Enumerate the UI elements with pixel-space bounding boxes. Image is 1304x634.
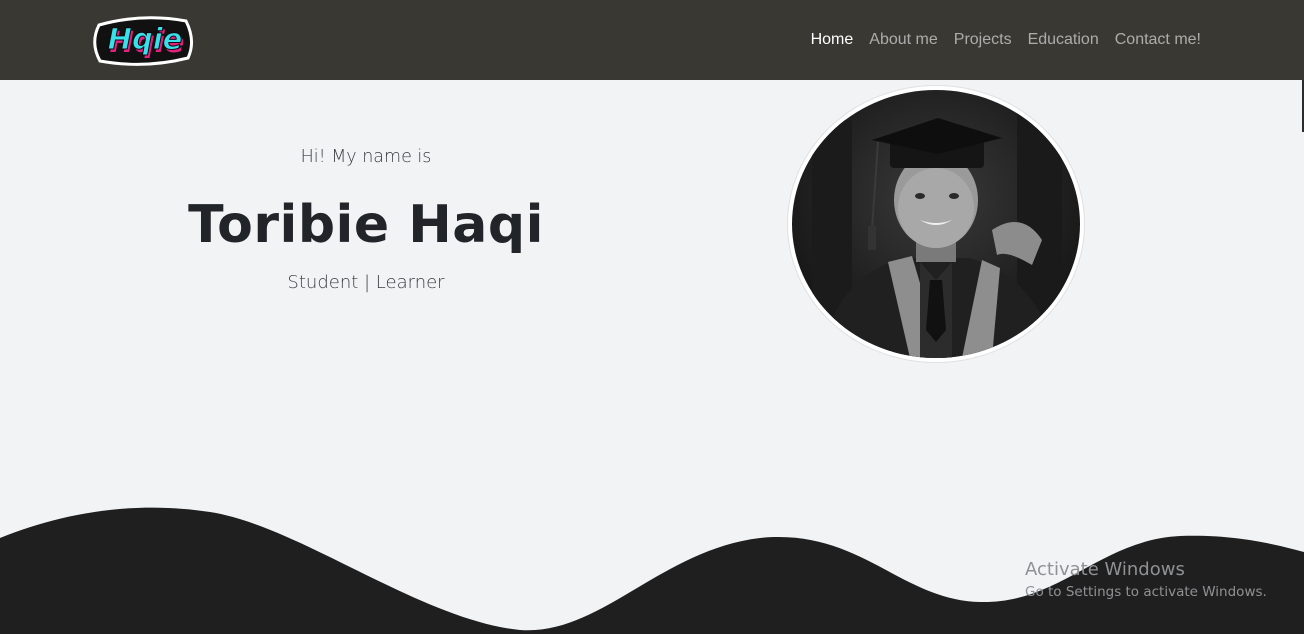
hero-greeting: Hi! My name is	[300, 147, 432, 167]
hero-roles: Student | Learner	[287, 272, 445, 293]
logo-text: Hqie	[108, 22, 183, 56]
nav-link-home[interactable]: Home	[811, 29, 854, 51]
nav-link-about[interactable]: About me	[869, 29, 937, 51]
brand-logo[interactable]: Hqie Hqie	[92, 11, 194, 69]
watermark-subtitle: Go to Settings to activate Windows.	[1025, 584, 1267, 600]
nav-link-projects[interactable]: Projects	[954, 29, 1012, 51]
hero-intro: Hi! My name is Toribie Haqi Student | Le…	[166, 140, 566, 299]
hqie-logo-icon: Hqie Hqie	[93, 16, 193, 66]
graduation-portrait-icon	[792, 90, 1080, 358]
watermark-title: Activate Windows	[1025, 559, 1185, 580]
windows-activation-watermark: Activate Windows Go to Settings to activ…	[1025, 558, 1267, 602]
nav-links: Home About me Projects Education Contact…	[811, 29, 1201, 51]
hero-name: Toribie Haqi	[188, 195, 544, 255]
profile-photo	[788, 86, 1084, 362]
nav-link-contact[interactable]: Contact me!	[1115, 29, 1201, 51]
navbar: Hqie Hqie Home About me Projects Educati…	[0, 0, 1304, 80]
nav-link-education[interactable]: Education	[1028, 29, 1099, 51]
